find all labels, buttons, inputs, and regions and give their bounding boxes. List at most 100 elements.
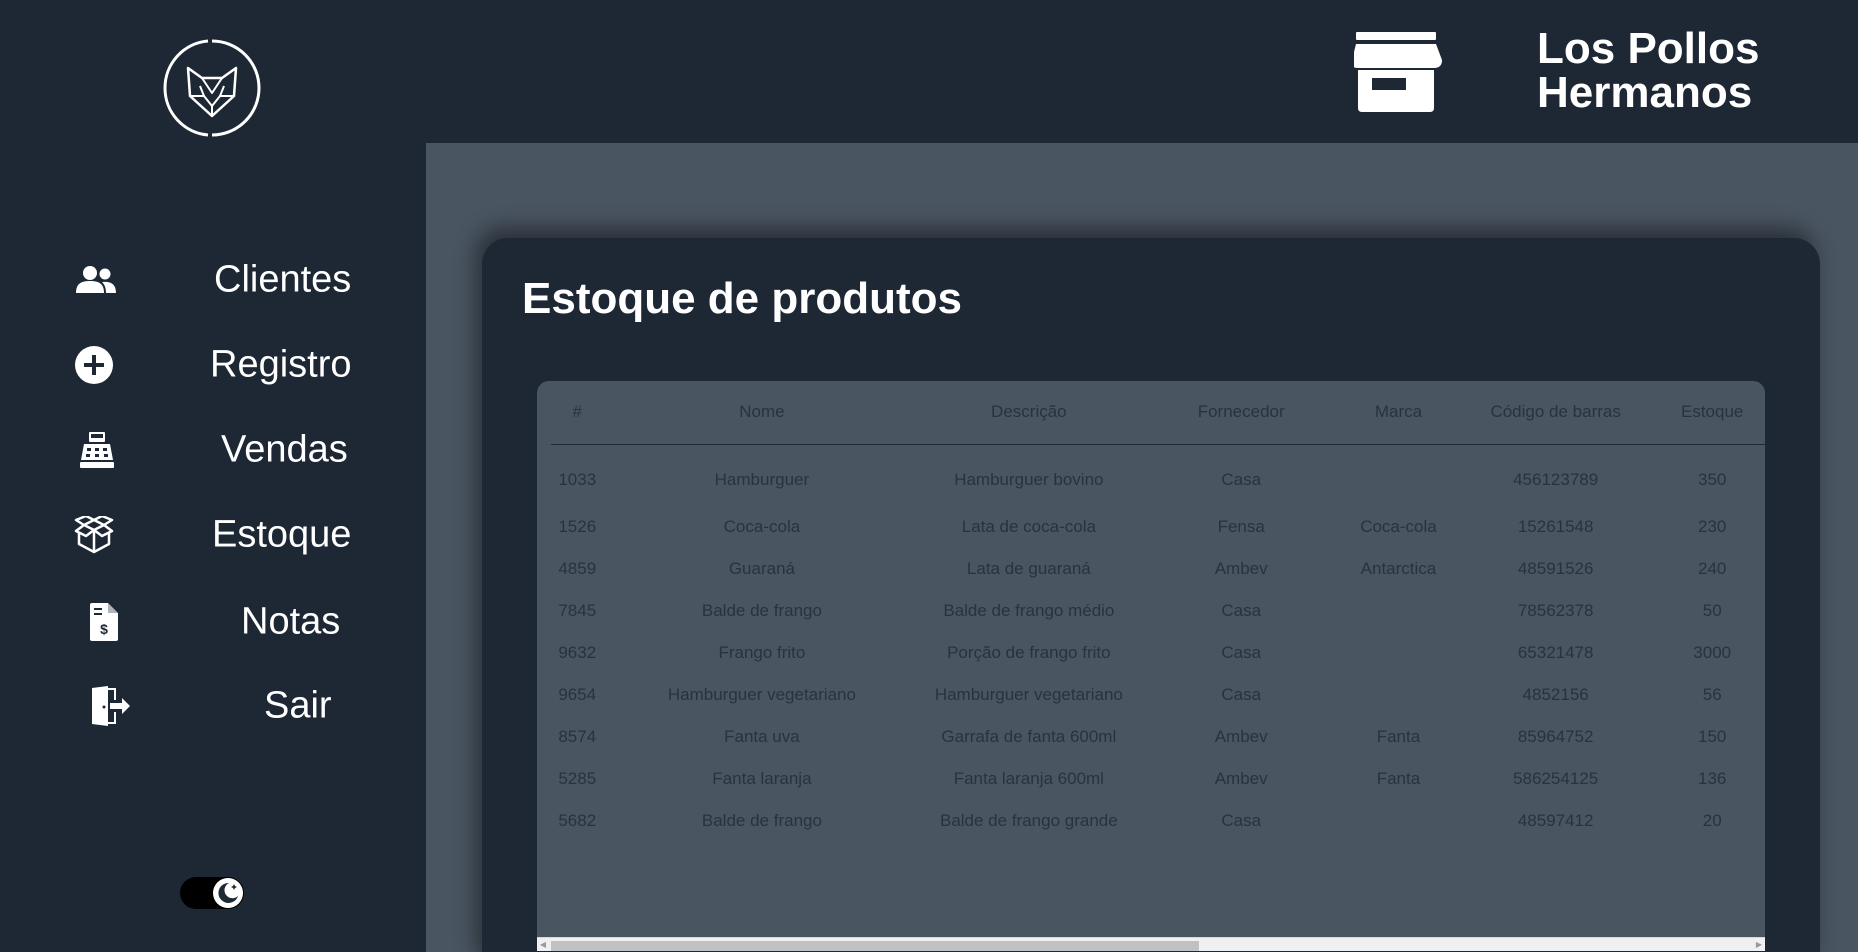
table-cell: 1526 (558, 517, 597, 536)
table-header-row: # Nome Descrição Fornecedor Marca Código… (551, 381, 1765, 445)
table-row[interactable]: 9632 Frango frito Porção de frango frito Ca… (551, 632, 1765, 674)
table-cell: Coca-cola (1360, 517, 1437, 536)
table-cell: Balde de frango médio (943, 601, 1115, 620)
store-icon (1351, 32, 1444, 112)
table-cell: 20 (1702, 811, 1722, 830)
moon-icon (213, 878, 243, 908)
horizontal-scrollbar[interactable]: ◀ ▶ (537, 937, 1765, 951)
table-cell: 3000 (1693, 643, 1732, 662)
table-cell: Casa (1221, 643, 1262, 662)
table-cell: 5682 (558, 811, 597, 830)
table-cell: 456123789 (1513, 470, 1599, 490)
table-cell: Hamburguer (714, 470, 810, 490)
table-cell: 150 (1698, 727, 1727, 746)
table-cell: Lata de coca-cola (961, 517, 1096, 536)
table-row[interactable]: 5682 Balde de frango Balde de frango grand… (551, 800, 1765, 842)
table-cell: Antarctica (1360, 559, 1437, 578)
sidebar-item-estoque[interactable]: Estoque (0, 505, 426, 565)
sidebar-item-sair[interactable]: Sair (0, 676, 426, 736)
table-cell: Ambev (1214, 769, 1268, 788)
column-header-fornecedor[interactable]: Fornecedor (1137, 381, 1346, 445)
table-row[interactable]: 8574 Fanta uva Garrafa de fanta 600ml Ambev… (551, 716, 1765, 758)
table-cell: 9632 (558, 643, 597, 662)
table-cell: Casa (1221, 811, 1262, 830)
column-header-id[interactable]: # (551, 381, 604, 445)
plus-circle-icon (74, 345, 114, 385)
fox-logo-icon[interactable] (162, 38, 262, 138)
table-cell: 240 (1698, 559, 1727, 578)
table-cell: 7845 (558, 601, 597, 620)
table-row[interactable]: 5285 Fanta laranja Fanta laranja 600ml Ambe… (551, 758, 1765, 800)
sidebar-item-notas[interactable]: $ Notas (0, 592, 426, 652)
table-cell: 50 (1702, 601, 1722, 620)
stock-table: # Nome Descrição Fornecedor Marca Código… (551, 381, 1765, 842)
column-header-estoque[interactable]: Estoque (1659, 381, 1765, 445)
brand-line-2: Hermanos (1537, 68, 1753, 117)
scrollbar-thumb[interactable] (551, 941, 1199, 951)
users-icon (76, 265, 116, 295)
table-cell: Fensa (1217, 517, 1265, 536)
table-body: 1033 Hamburguer Hamburguer bovino Casa 45612… (551, 444, 1765, 842)
table-row[interactable]: 4859 Guaraná Lata de guaraná Ambev Antarctic… (551, 548, 1765, 590)
table-cell: Frango frito (718, 643, 806, 662)
table-cell: Fanta (1376, 769, 1421, 788)
table-cell: 9654 (558, 685, 597, 704)
table-cell: Coca-cola (723, 517, 801, 536)
table-cell: Hamburguer vegetariano (934, 685, 1123, 704)
table-row[interactable]: 7845 Balde de frango Balde de frango médio… (551, 590, 1765, 632)
column-header-descricao[interactable]: Descrição (920, 381, 1138, 445)
table-cell: Balde de frango grande (939, 811, 1118, 830)
table-cell: Hamburguer vegetariano (667, 685, 856, 704)
table-cell: Ambev (1214, 727, 1268, 746)
table-row[interactable]: 1526 Coca-cola Lata de coca-cola Fensa Coca-… (551, 506, 1765, 548)
table-cell: 48591526 (1517, 559, 1594, 578)
sidebar-item-label: Estoque (212, 513, 352, 556)
boxes-icon (74, 516, 114, 554)
table-cell: 15261548 (1517, 517, 1594, 536)
sidebar-item-registro[interactable]: Registro (0, 335, 426, 395)
sidebar: Clientes Registro Vendas Estoque $ Notas… (0, 0, 426, 952)
table-row[interactable]: 1033 Hamburguer Hamburguer bovino Casa 45612… (551, 444, 1765, 506)
page-title: Estoque de produtos (522, 274, 962, 323)
column-header-codigo[interactable]: Código de barras (1451, 381, 1660, 445)
column-header-nome[interactable]: Nome (603, 381, 921, 445)
table-cell: 78562378 (1517, 601, 1594, 620)
scroll-right-icon[interactable]: ▶ (1753, 938, 1765, 951)
logout-icon (92, 686, 130, 726)
column-header-marca[interactable]: Marca (1345, 381, 1452, 445)
table-cell (1345, 800, 1452, 842)
sidebar-item-label: Registro (210, 343, 352, 386)
table-container[interactable]: # Nome Descrição Fornecedor Marca Código… (537, 381, 1765, 951)
table-cell: Garrafa de fanta 600ml (941, 727, 1117, 746)
table-cell: Fanta laranja (712, 769, 812, 788)
theme-toggle[interactable] (180, 877, 244, 909)
sidebar-item-label: Vendas (221, 428, 348, 471)
table-cell: Porção de frango frito (947, 643, 1111, 662)
table-cell: Ambev (1214, 559, 1268, 578)
sidebar-item-label: Notas (241, 600, 341, 643)
table-cell: Casa (1221, 601, 1262, 620)
svg-text:$: $ (100, 621, 108, 637)
table-cell: 230 (1698, 517, 1727, 536)
brand-name: Los Pollos Hermanos (1537, 27, 1759, 115)
table-cell (1345, 444, 1452, 506)
table-cell: 586254125 (1513, 769, 1599, 788)
table-cell: 136 (1698, 769, 1727, 788)
table-cell: 65321478 (1517, 643, 1594, 662)
invoice-icon: $ (90, 603, 118, 641)
scroll-left-icon[interactable]: ◀ (537, 938, 549, 951)
sidebar-item-vendas[interactable]: Vendas (0, 420, 426, 480)
brand-line-1: Los Pollos (1537, 24, 1760, 73)
table-cell: 4852156 (1522, 685, 1589, 704)
table-cell (1345, 674, 1452, 716)
table-cell: Casa (1221, 685, 1262, 704)
table-cell: Guaraná (728, 559, 795, 578)
sidebar-item-label: Sair (264, 684, 332, 727)
table-cell: 1033 (558, 470, 597, 490)
table-cell: Fanta (1376, 727, 1421, 746)
table-cell: Fanta laranja 600ml (953, 769, 1104, 788)
cash-register-icon (80, 432, 114, 468)
sidebar-item-clientes[interactable]: Clientes (0, 250, 426, 310)
table-row[interactable]: 9654 Hamburguer vegetariano Hamburguer veg… (551, 674, 1765, 716)
table-cell: Lata de guaraná (966, 559, 1091, 578)
